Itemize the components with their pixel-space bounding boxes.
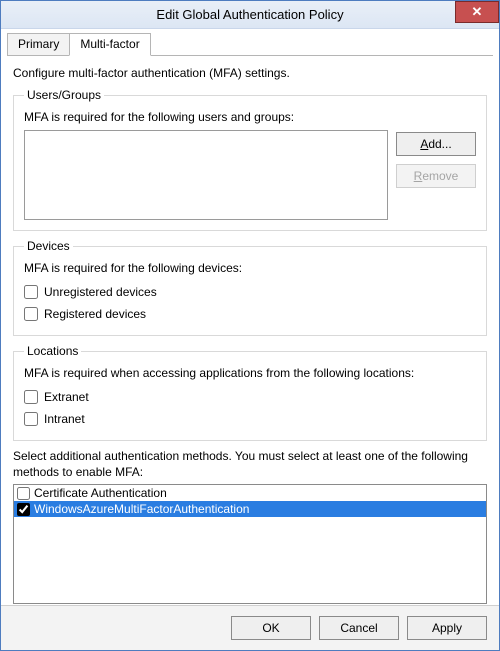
users-label: MFA is required for the following users … [24, 110, 476, 124]
cancel-button[interactable]: Cancel [319, 616, 399, 640]
group-devices-legend: Devices [24, 239, 73, 253]
dialog-content: Configure multi-factor authentication (M… [1, 56, 499, 605]
intro-text: Configure multi-factor authentication (M… [13, 66, 487, 80]
method-item-cert[interactable]: Certificate Authentication [14, 485, 486, 501]
checkbox-registered-label: Registered devices [44, 307, 146, 321]
checkbox-intranet[interactable]: Intranet [24, 408, 476, 430]
checkbox-registered[interactable]: Registered devices [24, 303, 476, 325]
dialog-window: Edit Global Authentication Policy ✕ Prim… [0, 0, 500, 651]
users-groups-list[interactable] [24, 130, 388, 220]
group-locations-legend: Locations [24, 344, 81, 358]
tab-multifactor[interactable]: Multi-factor [69, 33, 150, 56]
method-item-cert-checkbox[interactable] [17, 487, 30, 500]
close-button[interactable]: ✕ [455, 1, 499, 23]
devices-label: MFA is required for the following device… [24, 261, 476, 275]
remove-button[interactable]: Remove [396, 164, 476, 188]
checkbox-unregistered-label: Unregistered devices [44, 285, 157, 299]
checkbox-intranet-input[interactable] [24, 412, 38, 426]
locations-label: MFA is required when accessing applicati… [24, 366, 476, 380]
ok-button[interactable]: OK [231, 616, 311, 640]
methods-label: Select additional authentication methods… [13, 449, 487, 480]
checkbox-unregistered[interactable]: Unregistered devices [24, 281, 476, 303]
checkbox-extranet-label: Extranet [44, 390, 89, 404]
checkbox-unregistered-input[interactable] [24, 285, 38, 299]
title-bar: Edit Global Authentication Policy ✕ [1, 1, 499, 29]
group-users-legend: Users/Groups [24, 88, 104, 102]
method-item-cert-label: Certificate Authentication [34, 486, 167, 500]
checkbox-registered-input[interactable] [24, 307, 38, 321]
method-item-azure-mfa-checkbox[interactable] [17, 503, 30, 516]
close-icon: ✕ [472, 4, 483, 20]
dialog-footer: OK Cancel Apply [1, 605, 499, 650]
checkbox-intranet-label: Intranet [44, 412, 85, 426]
method-item-azure-mfa-label: WindowsAzureMultiFactorAuthentication [34, 502, 249, 516]
checkbox-extranet[interactable]: Extranet [24, 386, 476, 408]
group-devices: Devices MFA is required for the followin… [13, 239, 487, 336]
users-groups-buttons: Add... Remove [396, 130, 476, 220]
apply-button[interactable]: Apply [407, 616, 487, 640]
tab-strip: Primary Multi-factor [1, 29, 499, 56]
group-locations: Locations MFA is required when accessing… [13, 344, 487, 441]
tab-primary[interactable]: Primary [7, 33, 70, 56]
method-item-azure-mfa[interactable]: WindowsAzureMultiFactorAuthentication [14, 501, 486, 517]
window-title: Edit Global Authentication Policy [156, 7, 343, 22]
checkbox-extranet-input[interactable] [24, 390, 38, 404]
group-users: Users/Groups MFA is required for the fol… [13, 88, 487, 231]
add-button[interactable]: Add... [396, 132, 476, 156]
auth-methods-list[interactable]: Certificate Authentication WindowsAzureM… [13, 484, 487, 604]
